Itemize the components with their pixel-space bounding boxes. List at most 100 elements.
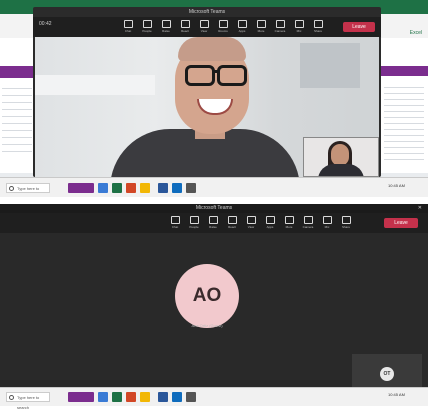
leave-button[interactable]: Leave (343, 22, 375, 32)
taskbar-app-excel[interactable] (112, 392, 122, 402)
mic-icon (294, 20, 304, 28)
chat-icon (123, 20, 133, 28)
toolbar-people-button[interactable]: People (187, 215, 201, 231)
share-icon (341, 216, 351, 224)
self-view-tile[interactable] (303, 137, 379, 177)
toolbar-react-button[interactable]: React (178, 19, 192, 35)
excel-app-label: Excel (409, 30, 422, 36)
toolbar-label: Rooms (218, 29, 228, 33)
taskbar-app-teams[interactable] (68, 392, 94, 402)
more-icon (284, 216, 294, 224)
taskbar-app-outlook[interactable] (172, 183, 182, 193)
teams-call-window: Microsoft Teams 00:42 Chat People Raise Rea… (33, 7, 381, 177)
meeting-toolbar: 00:42 Chat People Raise React View Rooms Apps M… (33, 17, 381, 37)
camera-icon (275, 20, 285, 28)
glasses-bridge (212, 70, 219, 73)
toolbar-label: Apps (266, 225, 274, 229)
apps-icon (237, 20, 247, 28)
view-icon (246, 216, 256, 224)
toolbar-people-button[interactable]: People (140, 19, 154, 35)
toolbar-more-button[interactable]: More (254, 19, 268, 35)
people-icon (142, 20, 152, 28)
toolbar-view-button[interactable]: View (244, 215, 258, 231)
taskbar-app-word[interactable] (158, 183, 168, 193)
mic-icon (322, 216, 332, 224)
self-face (331, 144, 349, 166)
taskbar-app-explorer[interactable] (140, 183, 150, 193)
toolbar-camera-button[interactable]: Camera (301, 215, 315, 231)
taskbar-app-explorer[interactable] (140, 392, 150, 402)
raise-icon (161, 20, 171, 28)
toolbar-mic-button[interactable]: Mic (292, 19, 306, 35)
toolbar-raise-button[interactable]: Raise (159, 19, 173, 35)
toolbar-label: View (200, 29, 208, 33)
taskbar-app-store[interactable] (186, 392, 196, 402)
toolbar-label: People (142, 29, 152, 33)
taskbar-app-edge[interactable] (98, 392, 108, 402)
self-body (318, 164, 364, 176)
toolbar-label: Chat (171, 225, 179, 229)
windows-taskbar: Type here to search 10:45 AM (0, 387, 428, 410)
toolbar-apps-button[interactable]: Apps (263, 215, 277, 231)
toolbar-view-button[interactable]: View (197, 19, 211, 35)
react-icon (180, 20, 190, 28)
chat-icon (170, 216, 180, 224)
toolbar-label: Raise (209, 225, 217, 229)
taskbar-app-store[interactable] (186, 183, 196, 193)
taskbar-app-excel[interactable] (112, 183, 122, 193)
glasses-icon (217, 65, 247, 86)
toolbar-raise-button[interactable]: Raise (206, 215, 220, 231)
raise-icon (208, 216, 218, 224)
taskbar-search[interactable]: Type here to search (6, 183, 50, 197)
react-icon (227, 216, 237, 224)
toolbar-mic-button[interactable]: Mic (320, 215, 334, 231)
toolbar-apps-button[interactable]: Apps (235, 19, 249, 35)
toolbar-react-button[interactable]: React (225, 215, 239, 231)
people-icon (189, 216, 199, 224)
glasses-icon (185, 65, 215, 86)
excel-rows-right (384, 82, 424, 162)
background-shelf (35, 75, 155, 95)
search-icon (9, 395, 14, 400)
toolbar-label: Chat (124, 29, 132, 33)
more-icon (256, 20, 266, 28)
toolbar-label: Share (341, 225, 350, 229)
background-window (300, 43, 360, 88)
participant-hair (178, 37, 246, 61)
taskbar-search[interactable]: Type here to search (6, 392, 50, 410)
toolbar-label: More (285, 225, 293, 229)
toolbar-rooms-button[interactable]: Rooms (216, 19, 230, 35)
leave-button[interactable]: Leave (384, 218, 418, 228)
toolbar-label: Camera (274, 29, 286, 33)
taskbar-clock: 10:45 AM (388, 392, 405, 397)
search-icon (9, 186, 14, 191)
taskbar-app-teams[interactable] (68, 183, 94, 193)
top-screenshot: Excel Microsoft Teams 00:42 Chat People Ra… (0, 0, 428, 197)
toolbar-more-button[interactable]: More (282, 215, 296, 231)
windows-taskbar: Type here to search 10:45 AM (0, 177, 428, 197)
close-icon[interactable]: ✕ (418, 205, 422, 211)
participant-video (35, 37, 379, 177)
toolbar-label: React (228, 225, 236, 229)
share-icon (313, 20, 323, 28)
toolbar-camera-button[interactable]: Camera (273, 19, 287, 35)
apps-icon (265, 216, 275, 224)
taskbar-app-edge[interactable] (98, 183, 108, 193)
call-timer: 00:42 (39, 21, 52, 27)
toolbar-label: Share (313, 29, 322, 33)
toolbar-chat-button[interactable]: Chat (168, 215, 182, 231)
taskbar-app-powerpoint[interactable] (126, 392, 136, 402)
taskbar-app-outlook[interactable] (172, 392, 182, 402)
toolbar-label: Apps (238, 29, 246, 33)
window-title: Microsoft Teams (188, 9, 226, 15)
toolbar-share-button[interactable]: Share (311, 19, 325, 35)
taskbar-app-powerpoint[interactable] (126, 183, 136, 193)
taskbar-app-word[interactable] (158, 392, 168, 402)
search-placeholder: Type here to search (17, 186, 40, 197)
participant-name: Ana Ortiz (Guest) (191, 323, 223, 328)
toolbar-share-button[interactable]: Share (339, 215, 353, 231)
toolbar-label: Camera (302, 225, 314, 229)
excel-header-bar (381, 66, 428, 76)
toolbar-chat-button[interactable]: Chat (121, 19, 135, 35)
toolbar-label: Mic (324, 225, 330, 229)
